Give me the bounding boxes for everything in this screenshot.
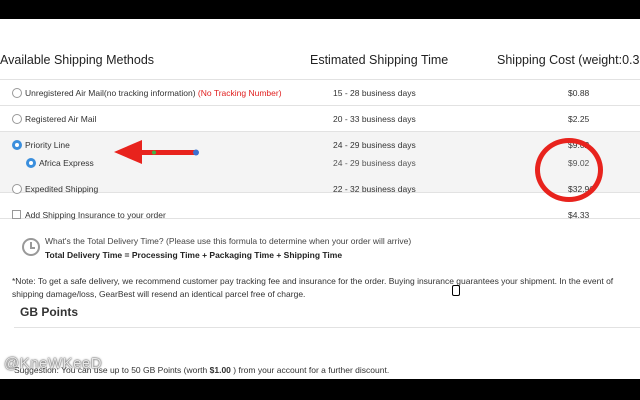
mouse-cursor-icon bbox=[452, 285, 460, 296]
arrow-handle-end bbox=[193, 149, 199, 156]
arrow-shaft bbox=[140, 150, 196, 155]
arrow-head bbox=[114, 140, 142, 164]
shipping-panel: Available Shipping Methods Estimated Shi… bbox=[0, 19, 640, 379]
annotation-circle bbox=[535, 138, 603, 202]
arrow-handle-mid bbox=[152, 150, 156, 155]
annotation-arrow bbox=[114, 140, 199, 164]
channel-watermark: @KneWKeeD bbox=[4, 355, 103, 372]
